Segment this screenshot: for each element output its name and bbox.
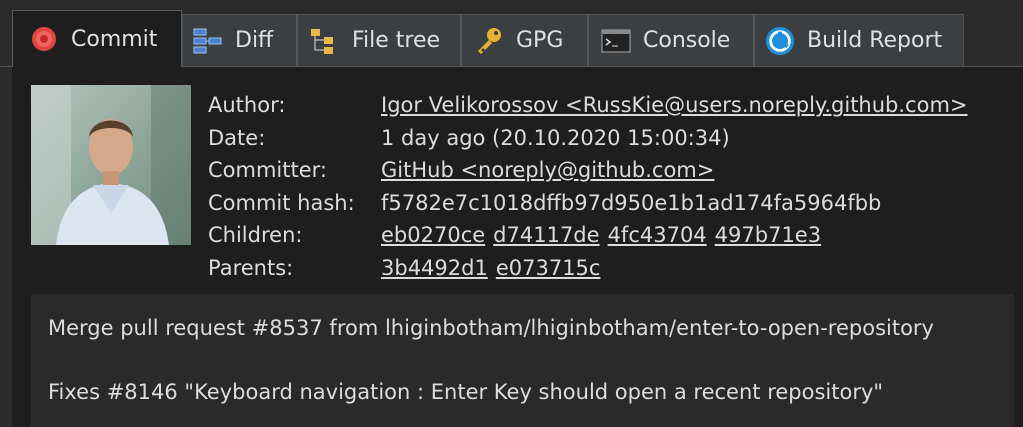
diff-icon bbox=[193, 26, 223, 56]
tab-diff[interactable]: Diff bbox=[182, 14, 297, 66]
author-row: Author: Igor Velikorossov <RussKie@users… bbox=[208, 89, 976, 122]
tab-label: GPG bbox=[516, 28, 564, 53]
author-label: Author: bbox=[208, 93, 286, 117]
message-line: Fixes #8146 "Keyboard navigation : Enter… bbox=[48, 380, 884, 404]
tab-file-tree[interactable]: File tree bbox=[297, 14, 461, 66]
tab-bar: Commit Diff File tree GPG Console Build … bbox=[0, 0, 1023, 67]
date-row: Date: 1 day ago (20.10.2020 15:00:34) bbox=[208, 122, 976, 155]
tab-label: File tree bbox=[352, 28, 441, 53]
children-label: Children: bbox=[208, 223, 303, 247]
key-icon bbox=[474, 26, 504, 56]
tab-commit[interactable]: Commit bbox=[12, 10, 182, 67]
parent-link[interactable]: 3b4492d1 bbox=[381, 252, 488, 285]
child-link[interactable]: 497b71e3 bbox=[715, 219, 821, 252]
hash-value: f5782e7c1018dffb97d950e1b1ad174fa5964fbb bbox=[381, 190, 882, 215]
committer-row: Committer: GitHub <noreply@github.com> bbox=[208, 154, 976, 187]
tab-build-report[interactable]: Build Report bbox=[754, 14, 964, 66]
committer-label: Committer: bbox=[208, 158, 327, 182]
hash-label: Commit hash: bbox=[208, 190, 355, 215]
tab-label: Diff bbox=[235, 28, 274, 53]
file-tree-icon bbox=[310, 26, 340, 56]
build-report-icon bbox=[765, 26, 795, 56]
date-value: 1 day ago (20.10.2020 15:00:34) bbox=[381, 125, 730, 150]
tab-label: Commit bbox=[71, 26, 158, 52]
avatar bbox=[31, 85, 191, 245]
child-link[interactable]: d74117de bbox=[493, 219, 599, 252]
tab-console[interactable]: Console bbox=[588, 14, 754, 66]
parents-row: Parents: 3b4492d1 e073715c bbox=[208, 252, 976, 285]
children-row: Children: eb0270ce d74117de 4fc43704 497… bbox=[208, 219, 976, 252]
commit-icon bbox=[29, 24, 59, 54]
parents-label: Parents: bbox=[208, 255, 294, 280]
message-line: Merge pull request #8537 from lhiginboth… bbox=[48, 316, 934, 340]
committer-link[interactable]: GitHub <noreply@github.com> bbox=[381, 154, 714, 187]
child-link[interactable]: 4fc43704 bbox=[608, 219, 707, 252]
commit-message[interactable]: Merge pull request #8537 from lhiginboth… bbox=[31, 294, 1014, 427]
date-label: Date: bbox=[208, 125, 266, 150]
child-link[interactable]: eb0270ce bbox=[381, 219, 485, 252]
tab-label: Console bbox=[643, 28, 731, 53]
parent-link[interactable]: e073715c bbox=[496, 252, 601, 285]
console-icon bbox=[601, 26, 631, 56]
commit-info: Author: Igor Velikorossov <RussKie@users… bbox=[208, 89, 976, 284]
tab-gpg[interactable]: GPG bbox=[461, 14, 588, 66]
author-link[interactable]: Igor Velikorossov <RussKie@users.noreply… bbox=[381, 89, 968, 122]
hash-row: Commit hash: f5782e7c1018dffb97d950e1b1a… bbox=[208, 187, 976, 220]
tab-label: Build Report bbox=[807, 28, 943, 53]
commit-panel: Author: Igor Velikorossov <RussKie@users… bbox=[12, 67, 1023, 427]
